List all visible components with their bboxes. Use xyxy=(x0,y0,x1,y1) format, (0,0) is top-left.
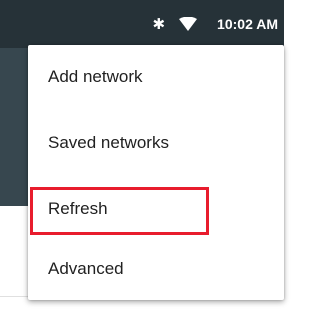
menu-item-refresh[interactable]: Refresh xyxy=(28,181,284,237)
wifi-icon xyxy=(179,17,198,31)
status-icons: ✱ 10:02 AM xyxy=(152,14,278,34)
menu-item-advanced[interactable]: Advanced xyxy=(28,241,284,297)
menu-item-add-network[interactable]: Add network xyxy=(28,49,284,105)
overflow-menu: Add network Saved networks Refresh Advan… xyxy=(28,45,284,300)
bluetooth-icon: ✱ xyxy=(152,15,166,33)
menu-item-saved-networks[interactable]: Saved networks xyxy=(28,115,284,171)
status-time: 10:02 AM xyxy=(217,16,278,32)
status-bar: ✱ 10:02 AM xyxy=(0,0,284,48)
